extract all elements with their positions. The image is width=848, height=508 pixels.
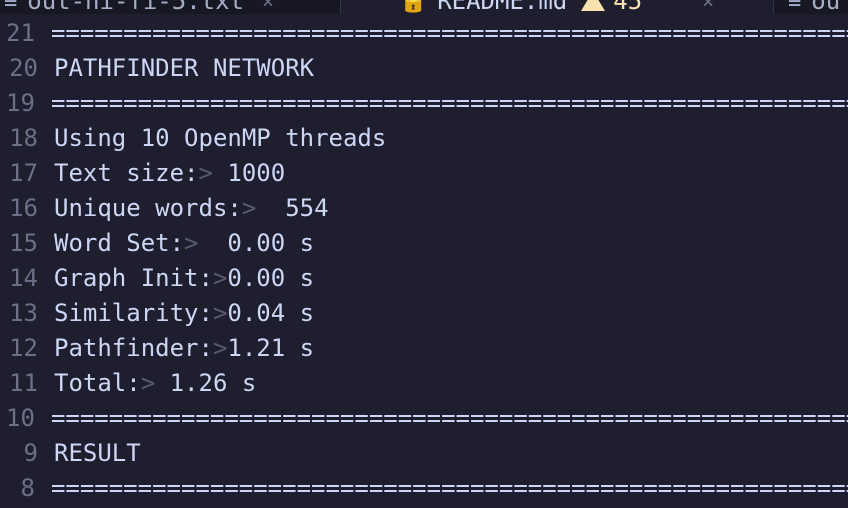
code-line[interactable]: 9 RESULT [0, 435, 848, 470]
code-line[interactable]: 14 Graph Init: >0.00 s [0, 260, 848, 295]
line-value: 0.04 s [227, 298, 315, 327]
tab-label: ou [811, 0, 841, 14]
tab-bar: ≡ out-hi-fi-5.txt × 🔒 README.md 45 × ≡ o… [0, 0, 848, 14]
line-number: 13 [9, 298, 38, 327]
line-number: 14 [9, 263, 38, 292]
line-number: 12 [9, 333, 38, 362]
line-number: 19 [6, 88, 35, 117]
warning-count: 45 [613, 0, 643, 14]
code-line[interactable]: 11 Total: > 1.26 s [0, 365, 848, 400]
tab-readme[interactable]: 🔒 README.md 45 × [340, 0, 774, 14]
line-number: 8 [20, 473, 35, 502]
close-icon[interactable]: × [262, 0, 274, 13]
code-line[interactable]: 15 Word Set: > 0.00 s [0, 225, 848, 260]
line-number: 11 [9, 368, 38, 397]
editor-pane[interactable]: 21 =====================================… [0, 15, 848, 508]
line-text: ========================================… [50, 88, 848, 117]
tab-marker: > [212, 298, 228, 327]
line-text: RESULT [54, 438, 141, 467]
warning-badge: 45 [581, 0, 642, 14]
line-text: ========================================… [50, 18, 848, 47]
code-line[interactable]: 12 Pathfinder: >1.21 s [0, 330, 848, 365]
tab-marker: > [212, 333, 228, 362]
line-value: 0.00 s [227, 263, 315, 292]
text-file-icon: ≡ [788, 0, 802, 14]
line-number: 20 [9, 53, 38, 82]
line-number: 9 [23, 438, 38, 467]
line-number: 16 [9, 193, 38, 222]
warning-icon [581, 0, 606, 11]
line-value: 0.00 s [198, 228, 315, 257]
line-label: Word Set: [54, 228, 185, 257]
tab-out-hi-fi-5[interactable]: ≡ out-hi-fi-5.txt × [4, 0, 274, 14]
code-line[interactable]: 17 Text size: > 1000 [0, 155, 848, 190]
lock-icon: 🔒 [399, 0, 428, 14]
code-line[interactable]: 13 Similarity: >0.04 s [0, 295, 848, 330]
line-number: 15 [9, 228, 38, 257]
line-value: 554 [256, 193, 329, 222]
line-number: 18 [9, 123, 38, 152]
line-label: Similarity: [54, 298, 213, 327]
tab-marker: > [241, 193, 257, 222]
tab-marker: > [140, 368, 156, 397]
tab-marker: > [198, 158, 213, 187]
line-text: Using 10 OpenMP threads [54, 123, 387, 152]
line-label: Graph Init: [54, 263, 213, 292]
tab-label: README.md [437, 0, 568, 14]
line-label: Text size: [54, 158, 199, 187]
close-icon[interactable]: × [702, 0, 714, 13]
line-label: Pathfinder: [54, 333, 213, 362]
code-line[interactable]: 16 Unique words: > 554 [0, 190, 848, 225]
line-number: 10 [6, 403, 35, 432]
line-value: 1.21 s [227, 333, 315, 362]
line-label: Unique words: [54, 193, 242, 222]
line-label: Total: [54, 368, 141, 397]
code-line[interactable]: 10 =====================================… [0, 400, 848, 435]
code-line[interactable]: 18 Using 10 OpenMP threads [0, 120, 848, 155]
tab-label: out-hi-fi-5.txt [27, 0, 244, 14]
code-line[interactable]: 21 =====================================… [0, 15, 848, 50]
tab-other[interactable]: ≡ ou [788, 0, 840, 14]
tab-marker: > [212, 263, 228, 292]
text-file-icon: ≡ [4, 0, 18, 14]
line-text: PATHFINDER NETWORK [54, 53, 315, 82]
code-line[interactable]: 20 PATHFINDER NETWORK [0, 50, 848, 85]
code-line[interactable]: 8 ======================================… [0, 470, 848, 505]
line-number: 21 [6, 18, 35, 47]
line-value: 1.26 s [155, 368, 257, 397]
line-text: ========================================… [50, 473, 848, 502]
line-value: 1000 [212, 158, 286, 187]
line-text: ========================================… [50, 403, 848, 432]
tab-marker: > [184, 228, 199, 257]
line-number: 17 [9, 158, 38, 187]
code-line[interactable]: 19 =====================================… [0, 85, 848, 120]
